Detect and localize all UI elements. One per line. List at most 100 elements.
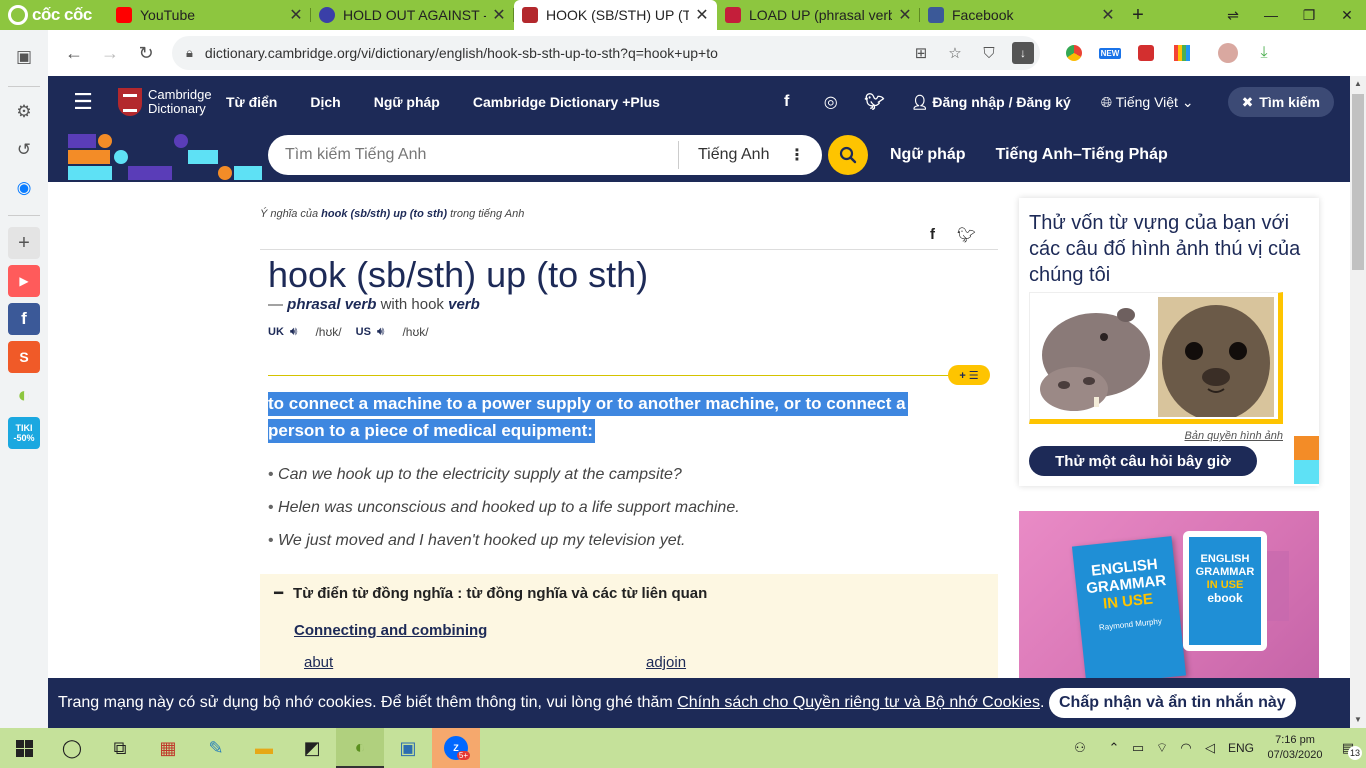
close-icon[interactable]: ✕: [898, 5, 912, 25]
extension-chrome-icon[interactable]: [1056, 38, 1092, 68]
twitter-icon[interactable]: 🐦︎: [853, 92, 897, 112]
file-explorer-icon[interactable]: ▬: [240, 728, 288, 768]
translate-icon[interactable]: ⊞: [904, 44, 938, 62]
extension-colors-icon[interactable]: [1164, 38, 1200, 68]
close-icon[interactable]: ✕: [492, 5, 506, 25]
more-options-icon[interactable]: ⋮: [789, 145, 805, 165]
tab-hold-out-against[interactable]: HOLD OUT AGAINST - Đ ✕: [311, 0, 514, 30]
panel-toggle-icon[interactable]: ▣: [8, 41, 40, 73]
extension-new-icon[interactable]: NEW: [1092, 38, 1128, 68]
new-tab-button[interactable]: +: [1123, 4, 1153, 27]
facebook-icon[interactable]: f: [8, 303, 40, 335]
facebook-icon[interactable]: f: [765, 93, 809, 111]
download-manager-icon[interactable]: ⤓: [1246, 38, 1282, 68]
coccoc-logo-icon: [8, 5, 28, 25]
thesaurus-header[interactable]: ━ Từ điển từ đồng nghĩa : từ đồng nghĩa v…: [274, 584, 707, 602]
cambridge-shield-icon: [118, 88, 142, 116]
notification-icon[interactable]: ▤ 13: [1330, 740, 1366, 760]
lock-icon[interactable]: 🔒︎: [186, 45, 193, 61]
header-search-button[interactable]: ✖ Tìm kiếm: [1227, 87, 1334, 117]
thesaurus-word-link[interactable]: abut: [304, 654, 333, 671]
twitter-share-icon[interactable]: 🐦︎: [957, 226, 976, 244]
sticky-notes-icon[interactable]: ◩: [288, 728, 336, 768]
shield-icon[interactable]: ⛉: [972, 45, 1006, 62]
close-icon[interactable]: ✕: [289, 5, 303, 25]
app-icon[interactable]: ▣: [384, 728, 432, 768]
windows-start-icon[interactable]: [0, 728, 48, 768]
try-quiz-button[interactable]: Thử một câu hỏi bây giờ: [1029, 446, 1257, 476]
scroll-up-arrow-icon[interactable]: ▲: [1350, 76, 1366, 92]
page-scrollbar[interactable]: ▲ ▼: [1350, 76, 1366, 728]
tab-youtube[interactable]: YouTube ✕: [108, 0, 311, 30]
reload-button[interactable]: ↻: [128, 43, 164, 64]
accept-cookies-button[interactable]: Chấp nhận và ẩn tin nhắn này: [1049, 688, 1296, 718]
menu-icon[interactable]: ☰: [48, 89, 118, 115]
speaker-uk-icon[interactable]: 🔊︎: [290, 324, 298, 339]
speaker-us-icon[interactable]: 🔊︎: [377, 324, 385, 339]
tab-load-up[interactable]: LOAD UP (phrasal verb) ✕: [717, 0, 920, 30]
scroll-thumb[interactable]: [1352, 94, 1364, 270]
search-input[interactable]: Tìm kiếm Tiếng Anh: [268, 146, 678, 164]
image-credit-link[interactable]: Bản quyền hình ảnh: [1185, 430, 1283, 442]
login-link[interactable]: 👤︎ Đăng nhập / Đăng ký: [911, 94, 1071, 111]
search-button[interactable]: [828, 135, 868, 175]
language-selector[interactable]: 🌐︎ Tiếng Việt ⌄: [1101, 94, 1194, 111]
link-grammar[interactable]: Ngữ pháp: [890, 146, 966, 164]
nav-plus[interactable]: Cambridge Dictionary +Plus: [473, 94, 660, 110]
cambridge-logo[interactable]: Cambridge Dictionary: [118, 88, 226, 116]
history-icon[interactable]: ↺: [8, 134, 40, 166]
network-icon[interactable]: ⌔: [1150, 740, 1174, 756]
paint-app-icon[interactable]: ✎: [192, 728, 240, 768]
close-window-button[interactable]: ✕: [1328, 0, 1366, 30]
tiki-icon[interactable]: TIKI -50%: [8, 417, 40, 449]
tab-hook-up-to[interactable]: HOOK (SB/STH) UP (TO ✕: [514, 0, 717, 30]
dictionary-selector[interactable]: Tiếng Anh: [679, 146, 789, 164]
messenger-icon[interactable]: ◉: [8, 172, 40, 204]
wifi-icon[interactable]: ◠: [1174, 740, 1198, 756]
battery-icon[interactable]: ▭: [1126, 740, 1150, 756]
privacy-policy-link[interactable]: Chính sách cho Quyền riêng tư và Bộ nhớ …: [677, 694, 1040, 712]
settings-icon[interactable]: ⚙: [8, 96, 40, 128]
profile-avatar[interactable]: [1210, 38, 1246, 68]
back-button[interactable]: ←: [56, 43, 92, 64]
task-view-icon[interactable]: ⧉: [96, 728, 144, 768]
extension-red-icon[interactable]: [1128, 38, 1164, 68]
pin-icon[interactable]: ⇌: [1214, 0, 1252, 30]
coccoc-extension-icon[interactable]: ◐: [8, 379, 40, 411]
restore-button[interactable]: ❐: [1290, 0, 1328, 30]
minimize-button[interactable]: —: [1252, 0, 1290, 30]
close-icon[interactable]: ✕: [1101, 5, 1115, 25]
forward-button[interactable]: →: [92, 43, 128, 64]
add-panel-icon[interactable]: +: [8, 227, 40, 259]
coccoc-taskbar-icon[interactable]: ◐: [336, 728, 384, 768]
quiz-image[interactable]: [1029, 292, 1283, 424]
thesaurus-word-link[interactable]: adjoin: [646, 654, 686, 671]
address-bar[interactable]: 🔒︎ dictionary.cambridge.org/vi/dictionar…: [172, 36, 1040, 70]
download-icon[interactable]: ↓: [1012, 42, 1034, 64]
link-english-french[interactable]: Tiếng Anh–Tiếng Pháp: [996, 146, 1168, 164]
ad-title: GRAMMAR: [1195, 566, 1255, 578]
nav-grammar[interactable]: Ngữ pháp: [374, 94, 440, 110]
volume-icon[interactable]: ◁: [1198, 740, 1222, 756]
close-icon[interactable]: ✕: [695, 5, 709, 25]
advertisement[interactable]: ENGLISH GRAMMAR IN USE Raymond Murphy EN…: [1019, 511, 1319, 678]
thesaurus-group-link[interactable]: Connecting and combining: [294, 622, 487, 639]
clock[interactable]: 7:16 pm 07/03/2020: [1260, 733, 1330, 763]
facebook-share-icon[interactable]: f: [930, 226, 935, 244]
people-icon[interactable]: ⚇: [1068, 740, 1092, 756]
calendar-app-icon[interactable]: ▦: [144, 728, 192, 768]
instagram-icon[interactable]: ◎: [809, 92, 853, 112]
input-language[interactable]: ENG: [1228, 741, 1254, 755]
nav-translate[interactable]: Dịch: [310, 94, 340, 110]
shopee-icon[interactable]: S: [8, 341, 40, 373]
zalo-icon[interactable]: Z 5+: [432, 728, 480, 768]
bookmark-star-icon[interactable]: ☆: [938, 44, 972, 62]
tab-facebook[interactable]: Facebook ✕: [920, 0, 1123, 30]
nav-dictionary[interactable]: Từ điển: [226, 94, 277, 110]
search-icon[interactable]: ◯: [48, 728, 96, 768]
youtube-icon[interactable]: ▶: [8, 265, 40, 297]
coccoc-menu-button[interactable]: cốc cốc: [0, 0, 108, 30]
add-to-list-button[interactable]: + ☰: [948, 365, 990, 385]
show-hidden-icon[interactable]: ⌃: [1102, 740, 1126, 756]
scroll-down-arrow-icon[interactable]: ▼: [1350, 712, 1366, 728]
